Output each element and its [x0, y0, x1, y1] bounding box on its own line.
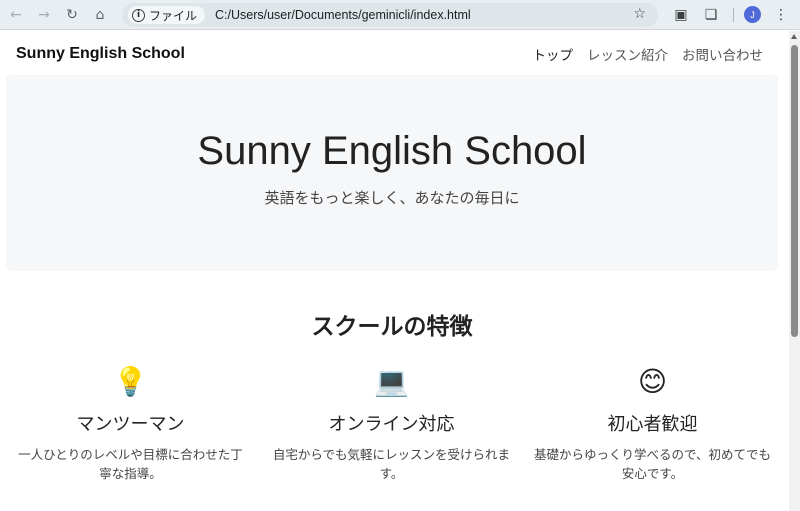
- bookmark-star-icon[interactable]: ☆: [633, 6, 646, 22]
- file-label: ファイル: [149, 8, 198, 23]
- laptop-icon: 💻: [374, 364, 409, 398]
- nav-contact-link[interactable]: お問い合わせ: [682, 44, 763, 64]
- feature-card-beginners: 😊 初心者歓迎 基礎からゆっくり学べるので、初めてでも安心です。: [522, 361, 783, 483]
- feature-text: 基礎からゆっくり学べるので、初めてでも安心です。: [533, 447, 771, 481]
- scroll-up-arrow-icon[interactable]: [791, 34, 797, 39]
- features-heading: スクールの特徴: [311, 314, 473, 340]
- light-bulb-icon: 💡: [113, 364, 148, 398]
- features-list: 💡 マンツーマン 一人ひとりのレベルや目標に合わせた丁寧な指導。 💻 オンライン…: [0, 361, 784, 483]
- web-page: Sunny English School トップ レッスン紹介 お問い合わせ S…: [0, 31, 789, 511]
- back-arrow-icon[interactable]: ←: [2, 1, 30, 29]
- feature-title: 初心者歓迎: [607, 414, 698, 435]
- feature-title: オンライン対応: [328, 414, 455, 435]
- feature-text: 一人ひとりのレベルや目標に合わせた丁寧な指導。: [18, 447, 243, 481]
- url-text[interactable]: C:/Users/user/Documents/geminicli/index.…: [215, 8, 471, 22]
- nav-top-link[interactable]: トップ: [533, 44, 574, 64]
- nav-lessons-link[interactable]: レッスン紹介: [587, 44, 668, 64]
- site-header: Sunny English School トップ レッスン紹介 お問い合わせ: [0, 31, 789, 75]
- profile-avatar[interactable]: J: [744, 6, 761, 23]
- browser-toolbar: ← → ↻ ⌂ i ファイル C:/Users/user/Documents/g…: [0, 0, 800, 30]
- hero-title: Sunny English School: [197, 129, 587, 173]
- feature-card-online: 💻 オンライン対応 自宅からでも気軽にレッスンを受けられます。: [261, 361, 522, 483]
- address-bar[interactable]: i ファイル C:/Users/user/Documents/geminicli…: [122, 3, 658, 27]
- page-scrollbar[interactable]: [789, 31, 800, 511]
- feature-title: マンツーマン: [76, 414, 185, 435]
- hero-section: Sunny English School 英語をもっと楽しく、あなたの毎日に: [6, 75, 778, 271]
- hero-subtitle: 英語をもっと楽しく、あなたの毎日に: [264, 189, 520, 207]
- reload-icon[interactable]: ↻: [58, 1, 86, 29]
- extensions-puzzle-icon[interactable]: ❏: [698, 2, 724, 28]
- site-nav: トップ レッスン紹介 お問い合わせ: [533, 44, 764, 64]
- feature-card-one-on-one: 💡 マンツーマン 一人ひとりのレベルや目標に合わせた丁寧な指導。: [0, 361, 261, 483]
- site-brand[interactable]: Sunny English School: [16, 45, 185, 63]
- kebab-menu-icon[interactable]: ⋮: [768, 2, 794, 28]
- smiling-face-icon: 😊: [637, 364, 668, 398]
- forward-arrow-icon[interactable]: →: [30, 1, 58, 29]
- site-info-chip[interactable]: i ファイル: [128, 6, 206, 24]
- screen-capture-icon[interactable]: ▣: [668, 2, 694, 28]
- scrollbar-thumb[interactable]: [791, 45, 798, 337]
- info-icon: i: [132, 8, 145, 22]
- home-icon[interactable]: ⌂: [86, 1, 114, 29]
- toolbar-divider: [733, 8, 734, 22]
- feature-text: 自宅からでも気軽にレッスンを受けられます。: [272, 447, 511, 481]
